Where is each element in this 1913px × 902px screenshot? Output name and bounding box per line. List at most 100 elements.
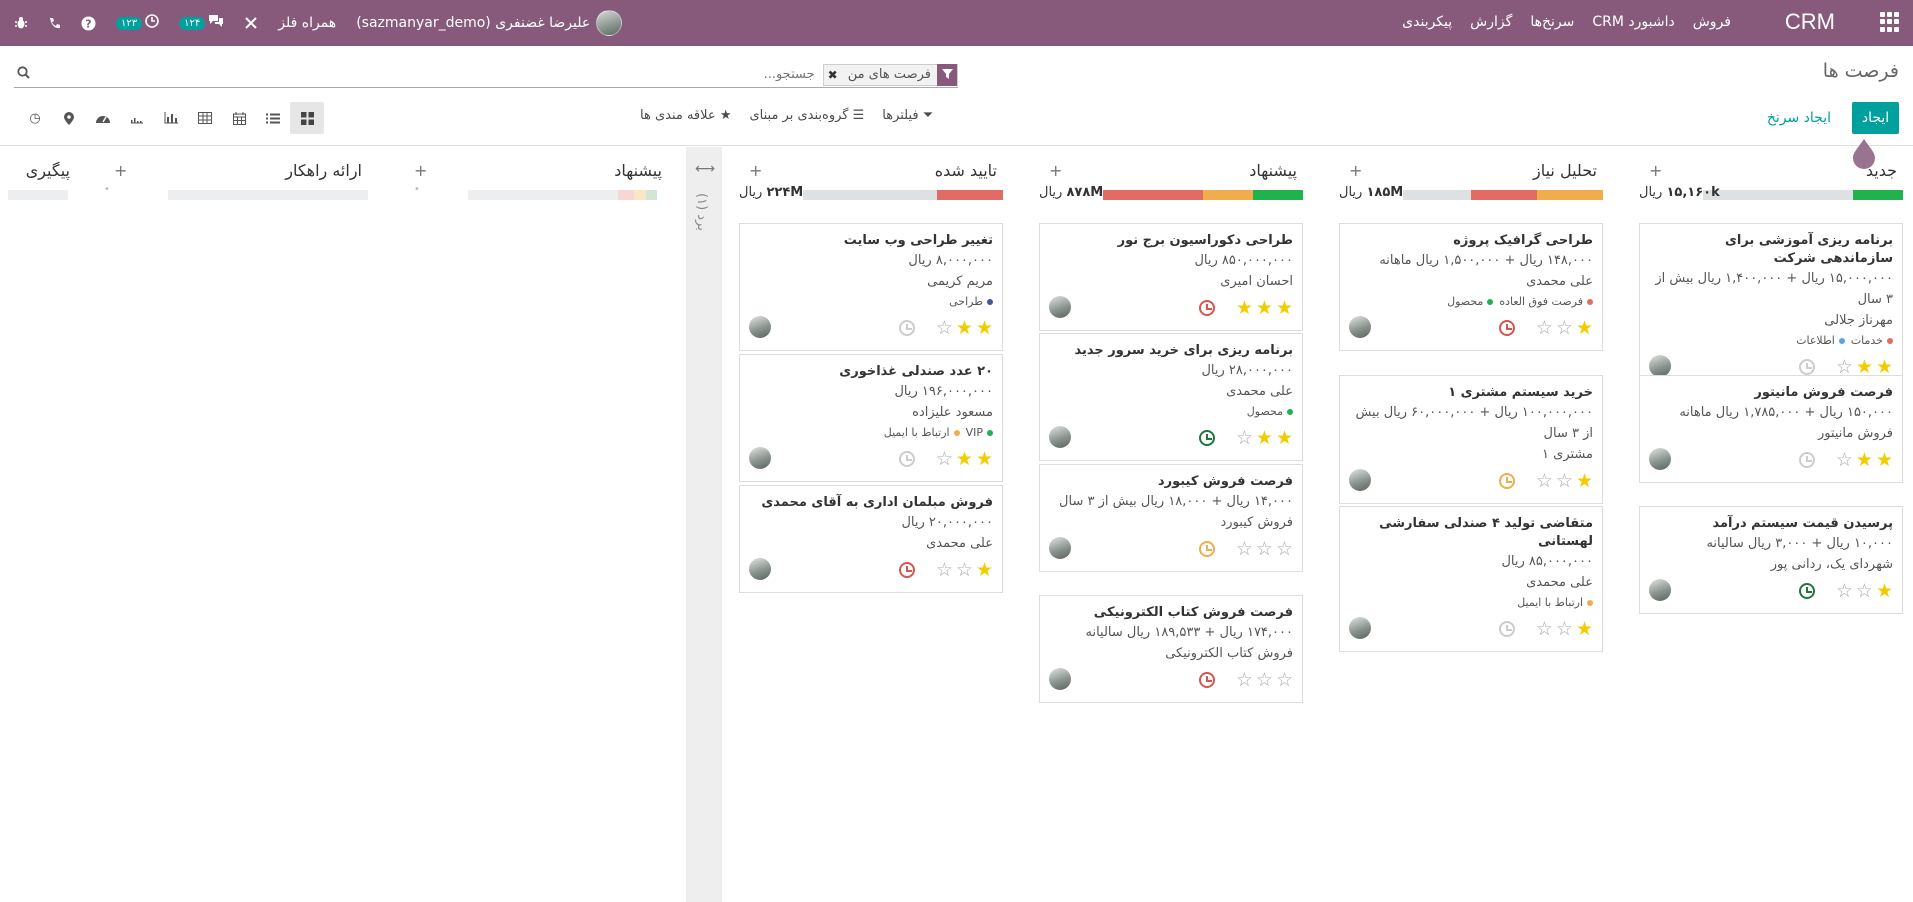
kanban-card[interactable]: فرصت فروش کتاب الکترونیکی ۱۷۴,۰۰۰ ریال + … [1039,595,1303,703]
activity-clock-icon[interactable] [1199,300,1215,316]
priority-star-icon[interactable]: ★ [1856,357,1873,377]
progress-segment-red[interactable] [1471,190,1537,200]
activity-clock-icon[interactable] [899,562,915,578]
menu-item-sales[interactable]: فروش [1693,14,1731,30]
help-icon[interactable]: ? [81,16,96,31]
messaging-menu[interactable]: ۱۲۴ [179,14,224,32]
column-progressbar[interactable] [1703,190,1903,200]
company-switcher[interactable]: همراه فلز [278,15,336,31]
kanban-card[interactable]: فرصت فروش کیبورد ۱۴,۰۰۰ ریال + ۱۸,۰۰۰ ریا… [1039,464,1303,572]
menu-item-reporting[interactable]: گزارش [1470,14,1512,30]
facet-remove-icon[interactable]: ✖ [824,68,842,82]
priority-star-icon[interactable]: ★ [1876,581,1893,601]
progress-segment-red[interactable] [937,190,1003,200]
priority-star-icon[interactable]: ★ [956,449,973,469]
activity-clock-icon[interactable] [1799,452,1815,468]
salesperson-avatar[interactable] [1649,355,1671,377]
debug-tools-icon[interactable] [244,16,258,30]
column-progressbar[interactable] [468,190,668,200]
salesperson-avatar[interactable] [1049,668,1071,690]
priority-star-icon[interactable]: ☆ [1276,670,1293,690]
activity-clock-icon[interactable] [1499,320,1515,336]
menu-item-dashboard[interactable]: داشبورد CRM [1592,14,1674,30]
priority-star-icon[interactable]: ☆ [936,318,953,338]
progress-segment-grey[interactable] [1403,190,1471,200]
menu-item-leads[interactable]: سرنخ‌ها [1530,14,1574,30]
priority-star-icon[interactable]: ☆ [1556,318,1573,338]
dashboard-view-icon[interactable] [86,102,120,134]
add-card-icon[interactable]: + [1049,161,1062,180]
priority-star-icon[interactable]: ☆ [1536,318,1553,338]
pivot-view-icon[interactable] [188,102,222,134]
salesperson-avatar[interactable] [1349,617,1371,639]
priority-star-icon[interactable]: ☆ [1836,357,1853,377]
kanban-card[interactable]: خرید سیستم مشتری ۱ ۱۰۰,۰۰۰,۰۰۰ ریال + ۶۰,… [1339,375,1603,504]
activity-clock-icon[interactable] [1499,621,1515,637]
kanban-card[interactable]: طراحی دکوراسیون برج نور ۸۵۰,۰۰۰,۰۰۰ ریال ا… [1039,223,1303,331]
menu-item-configuration[interactable]: پیکربندی [1402,14,1452,30]
add-card-icon[interactable]: + [749,161,762,180]
priority-star-icon[interactable]: ★ [1576,619,1593,639]
salesperson-avatar[interactable] [749,558,771,580]
graph-view-icon[interactable] [154,102,188,134]
folded-column[interactable]: ⟷ برد (۱) [686,147,722,902]
kanban-card[interactable]: فرصت فروش مانیتور ۱۵۰,۰۰۰ ریال + ۱,۷۸۵,۰۰… [1639,375,1903,483]
list-view-icon[interactable] [256,102,290,134]
priority-star-icon[interactable]: ☆ [1236,428,1253,448]
cohort-view-icon[interactable] [120,102,154,134]
activity-view-icon[interactable]: ◷ [18,102,52,134]
phone-icon[interactable] [48,17,61,30]
kanban-card[interactable]: متقاضی تولید ۴ صندلی سفارشی لهستانی ۸۵,۰۰… [1339,506,1603,652]
user-menu[interactable]: علیرضا غضنفری (sazmanyar_demo) [356,10,623,36]
progress-segment-orange[interactable] [1537,190,1603,200]
salesperson-avatar[interactable] [1049,537,1071,559]
salesperson-avatar[interactable] [1349,316,1371,338]
add-card-icon[interactable]: + [114,161,127,180]
salesperson-avatar[interactable] [1349,469,1371,491]
activity-clock-icon[interactable] [1799,359,1815,375]
kanban-card[interactable]: پرسیدن قیمت سیستم درآمد ۱۰,۰۰۰ ریال + ۳,۰… [1639,506,1903,614]
search-icon[interactable] [16,66,30,80]
activity-clock-icon[interactable] [1499,473,1515,489]
search-input[interactable] [14,67,823,82]
priority-star-icon[interactable]: ★ [1276,298,1293,318]
salesperson-avatar[interactable] [749,316,771,338]
create-button[interactable]: ایجاد [1852,102,1899,134]
kanban-view-icon[interactable] [290,102,324,134]
priority-star-icon[interactable]: ★ [976,560,993,580]
priority-star-icon[interactable]: ☆ [1536,471,1553,491]
priority-star-icon[interactable]: ★ [1876,450,1893,470]
progress-segment-grey[interactable] [1703,190,1853,200]
activity-menu[interactable]: ۱۲۳ [116,14,159,32]
favorites-dropdown[interactable]: ★ علاقه مندی ها [640,108,731,123]
priority-star-icon[interactable]: ★ [1876,357,1893,377]
priority-star-icon[interactable]: ★ [1576,318,1593,338]
column-progressbar[interactable] [8,190,68,200]
priority-star-icon[interactable]: ☆ [1556,471,1573,491]
apps-menu-icon[interactable] [1879,12,1899,32]
kanban-card[interactable]: برنامه ریزی آموزشی برای سازماندهی شرکت ۱۵… [1639,223,1903,390]
kanban-card[interactable]: فروش مبلمان اداری به آقای محمدی ۲۰,۰۰۰,۰۰… [739,485,1003,593]
priority-star-icon[interactable]: ☆ [1536,619,1553,639]
priority-star-icon[interactable]: ★ [1256,298,1273,318]
kanban-card[interactable]: برنامه ریزی برای خرید سرور جدید ۲۸,۰۰۰,۰۰… [1039,333,1303,461]
kanban-card[interactable]: ۲۰ عدد صندلی غذاخوری ۱۹۶,۰۰۰,۰۰۰ ریال مسعو… [739,354,1003,482]
map-view-icon[interactable] [52,102,86,134]
activity-clock-icon[interactable] [1199,672,1215,688]
add-card-icon[interactable]: + [1649,161,1662,180]
priority-star-icon[interactable]: ☆ [1276,539,1293,559]
priority-star-icon[interactable]: ☆ [1256,670,1273,690]
priority-star-icon[interactable]: ☆ [936,449,953,469]
priority-star-icon[interactable]: ★ [976,318,993,338]
groupby-dropdown[interactable]: ☰ گروه‌بندی بر مبنای [749,108,864,123]
kanban-card[interactable]: تغییر طراحی وب سایت ۸,۰۰۰,۰۰۰ ریال مریم کر… [739,223,1003,351]
priority-star-icon[interactable]: ★ [1276,428,1293,448]
column-progressbar[interactable] [1103,190,1303,200]
priority-star-icon[interactable]: ☆ [1836,450,1853,470]
activity-clock-icon[interactable] [1199,430,1215,446]
activity-clock-icon[interactable] [1199,541,1215,557]
priority-star-icon[interactable]: ☆ [956,560,973,580]
priority-star-icon[interactable]: ★ [1576,471,1593,491]
salesperson-avatar[interactable] [749,447,771,469]
activity-clock-icon[interactable] [1799,583,1815,599]
